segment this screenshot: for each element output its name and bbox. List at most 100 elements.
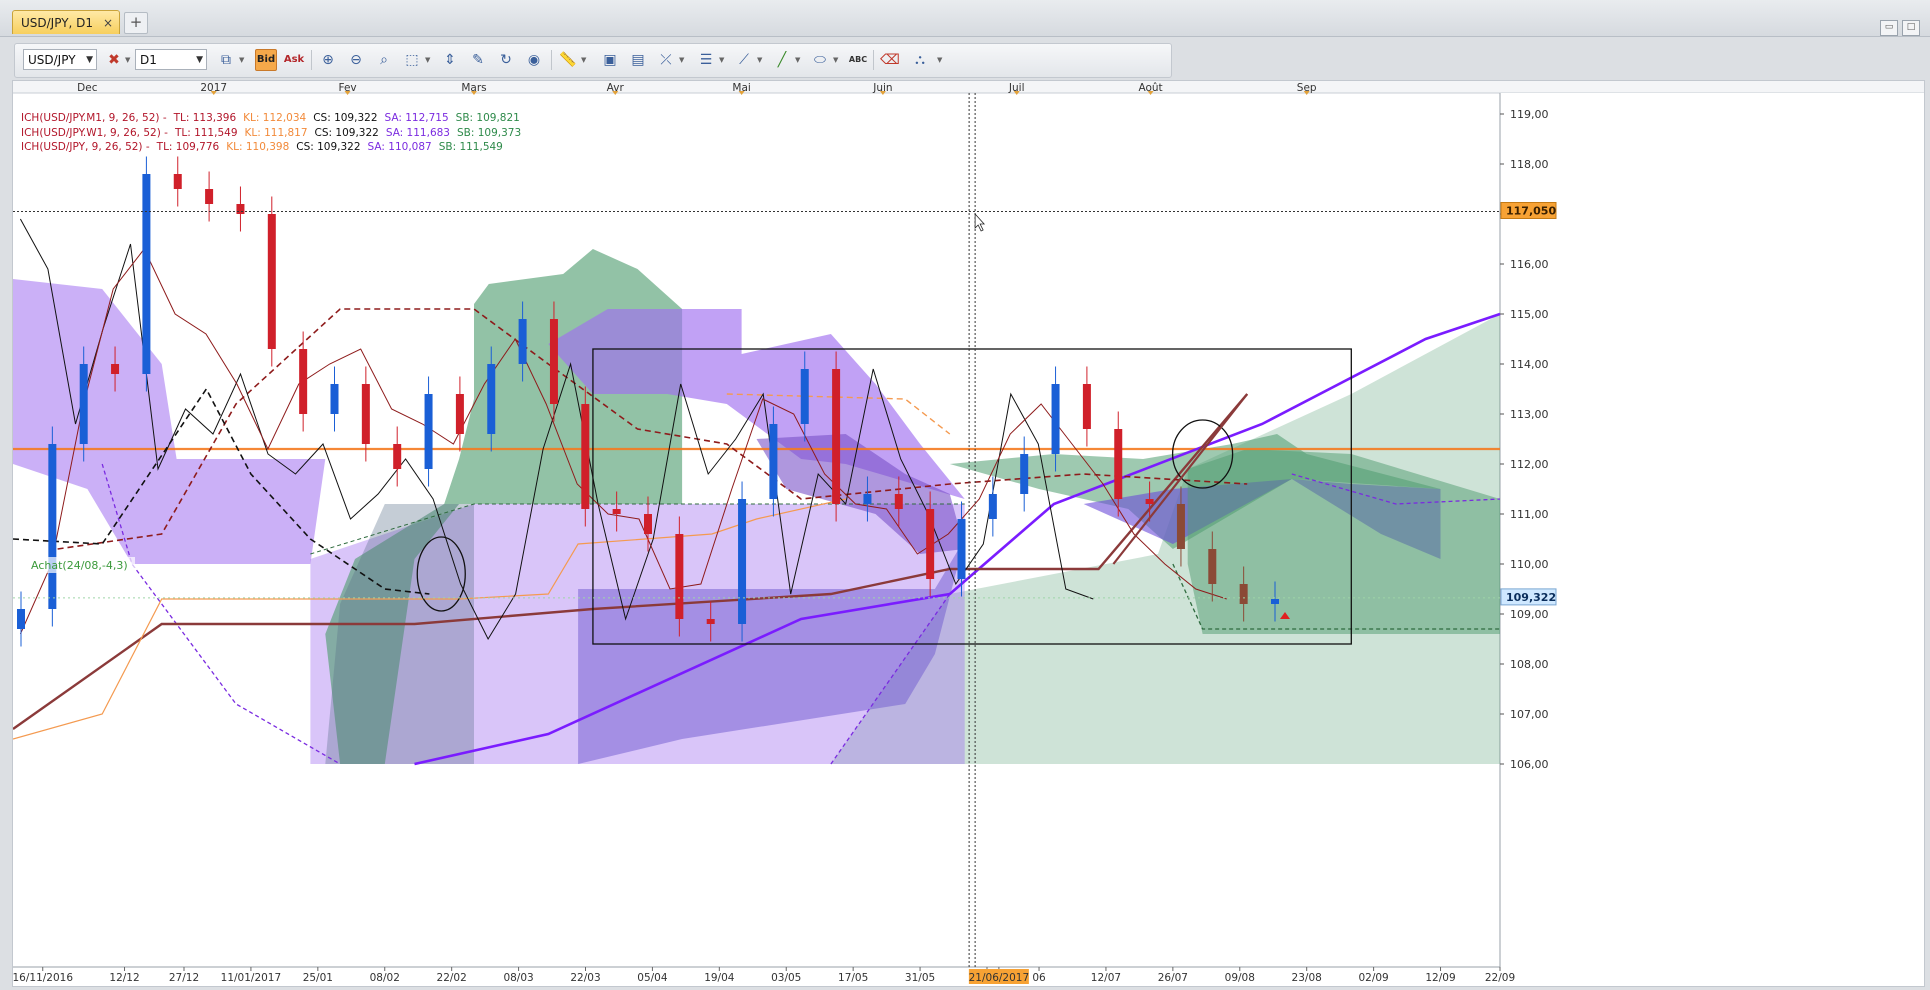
legend-tl: TL: 111,549: [174, 126, 238, 139]
x-date-label: 27/12: [169, 972, 199, 984]
chevron-down-icon[interactable]: ▼: [679, 56, 684, 64]
x-date-label: 08/03: [503, 972, 533, 984]
chevron-down-icon[interactable]: ▼: [757, 56, 762, 64]
current-price-tag-label: 109,322: [1506, 591, 1556, 604]
eraser-icon[interactable]: ⌫: [879, 49, 901, 71]
candle-body: [549, 319, 558, 404]
chevron-down-icon[interactable]: ▼: [425, 56, 430, 64]
x-date-label: 17/05: [838, 972, 868, 984]
image-icon[interactable]: ▣: [599, 49, 621, 71]
globe-icon[interactable]: ◉: [523, 49, 545, 71]
x-date-label: 22/02: [437, 972, 467, 984]
fibonacci-icon[interactable]: ⟋: [733, 49, 755, 71]
price-chart[interactable]: Achat(24/08,-4,3)119,00118,00117,00116,0…: [13, 81, 1924, 986]
mouse-cursor-icon: [974, 212, 986, 232]
legend-kl: KL: 110,398: [226, 141, 290, 153]
candle-body: [361, 384, 370, 444]
candle-body: [48, 444, 57, 609]
chevron-down-icon[interactable]: ▼: [833, 56, 838, 64]
candle-body: [1176, 504, 1185, 549]
candle-body: [832, 369, 841, 504]
x-date-label: 25/01: [303, 972, 333, 984]
price-axis-area: [1500, 93, 1924, 986]
chart-panel[interactable]: Achat(24/08,-4,3)119,00118,00117,00116,0…: [12, 80, 1925, 987]
candle-body: [205, 189, 214, 204]
trendline-icon[interactable]: ╱: [771, 49, 793, 71]
candle-body: [111, 364, 120, 374]
trading-app: USD/JPY, D1 × + ▭ □ USD/JPY ▼ ✖ ▼ D1 ▼ ⧉ ▼ …: [0, 0, 1930, 990]
y-tick-label: 113,00: [1510, 408, 1549, 421]
fit-icon[interactable]: ⇕: [439, 49, 461, 71]
candle-body: [644, 514, 652, 534]
indicator-icon[interactable]: ⤫: [655, 49, 677, 71]
candle-body: [1145, 499, 1154, 504]
candle-body: [863, 494, 872, 504]
zoom-select-icon[interactable]: ⌕: [373, 49, 395, 71]
x-date-label: 31/05: [905, 972, 935, 984]
chevron-down-icon[interactable]: ▼: [125, 56, 130, 64]
candle-body: [299, 349, 308, 414]
candle-body: [236, 204, 245, 214]
month-label: Dec: [77, 82, 98, 94]
legend-sb: SB: 109,373: [456, 126, 522, 139]
text-tool-button[interactable]: ABC: [847, 49, 869, 71]
refresh-icon[interactable]: ↻: [495, 49, 517, 71]
legend-sb: SB: 109,821: [455, 112, 520, 124]
ask-button[interactable]: Ask: [283, 49, 305, 71]
bid-button[interactable]: Bid: [255, 49, 277, 71]
chart-toolbar: USD/JPY ▼ ✖ ▼ D1 ▼ ⧉ ▼ Bid Ask ⊕ ⊖ ⌕ ⬚ ▼ ⇕…: [14, 43, 1172, 78]
y-tick-label: 111,00: [1510, 508, 1549, 521]
candle-body: [738, 499, 747, 624]
legend-sa: SA: 111,683: [385, 126, 450, 139]
candle-body: [393, 444, 402, 469]
chevron-down-icon[interactable]: ▼: [239, 56, 244, 64]
legend-name: ICH(USD/JPY.M1, 9, 26, 52) -: [21, 112, 167, 124]
candle-body: [487, 364, 496, 434]
legend-cs: CS: 109,322: [313, 112, 378, 124]
chevron-down-icon[interactable]: ▼: [581, 56, 586, 64]
chevron-down-icon[interactable]: ▼: [937, 56, 942, 64]
month-axis-strip: [13, 81, 1924, 93]
y-tick-label: 118,00: [1510, 158, 1549, 171]
alert-level-tag: 117,050: [1500, 202, 1557, 219]
chart-type-icon[interactable]: ⧉: [215, 49, 237, 71]
x-date-label: 23/08: [1292, 972, 1322, 984]
minimize-icon[interactable]: ▭: [1880, 20, 1898, 36]
maximize-icon[interactable]: □: [1902, 20, 1920, 36]
add-tab-button[interactable]: +: [124, 12, 148, 34]
candle-body: [926, 509, 935, 579]
y-tick-label: 106,00: [1510, 758, 1549, 771]
legend-row-d1: ICH(USD/JPY, 9, 26, 52) - TL: 109,776 KL: …: [21, 140, 528, 155]
zoom-in-icon[interactable]: ⊕: [317, 49, 339, 71]
annotate-icon[interactable]: ✎: [467, 49, 489, 71]
remove-icon[interactable]: ✖: [103, 49, 125, 71]
x-date-label: 22/03: [570, 972, 600, 984]
y-tick-label: 116,00: [1510, 258, 1549, 271]
close-tab-icon[interactable]: ×: [103, 11, 113, 35]
candle-body: [1020, 454, 1029, 494]
candle-body: [1271, 599, 1279, 604]
template-icon[interactable]: ▤: [627, 49, 649, 71]
buy-annotation-label: Achat(24/08,-4,3): [31, 559, 128, 572]
lines-icon[interactable]: ☰: [695, 49, 717, 71]
candle-body: [1208, 549, 1217, 584]
y-tick-label: 107,00: [1510, 708, 1549, 721]
ruler-icon[interactable]: 📏: [557, 49, 579, 71]
chevron-down-icon[interactable]: ▼: [795, 56, 800, 64]
objects-icon[interactable]: ⛬: [909, 49, 931, 71]
x-date-label: 06: [1032, 972, 1046, 984]
x-date-label: 09/08: [1225, 972, 1255, 984]
candle-body: [675, 534, 684, 619]
chevron-down-icon[interactable]: ▼: [719, 56, 724, 64]
tab-usdjpy-d1[interactable]: USD/JPY, D1 ×: [12, 10, 120, 34]
ellipse-icon[interactable]: ⬭: [809, 49, 831, 71]
candle-body: [957, 519, 966, 579]
zoom-out-icon[interactable]: ⊖: [345, 49, 367, 71]
timeframe-select[interactable]: D1 ▼: [135, 49, 207, 70]
separator: [311, 50, 312, 70]
x-date-label: 22/09: [1485, 972, 1515, 984]
zoom-area-icon[interactable]: ⬚: [401, 49, 423, 71]
symbol-select[interactable]: USD/JPY ▼: [23, 49, 97, 70]
y-tick-label: 110,00: [1510, 558, 1549, 571]
symbol-value: USD/JPY: [28, 53, 76, 67]
